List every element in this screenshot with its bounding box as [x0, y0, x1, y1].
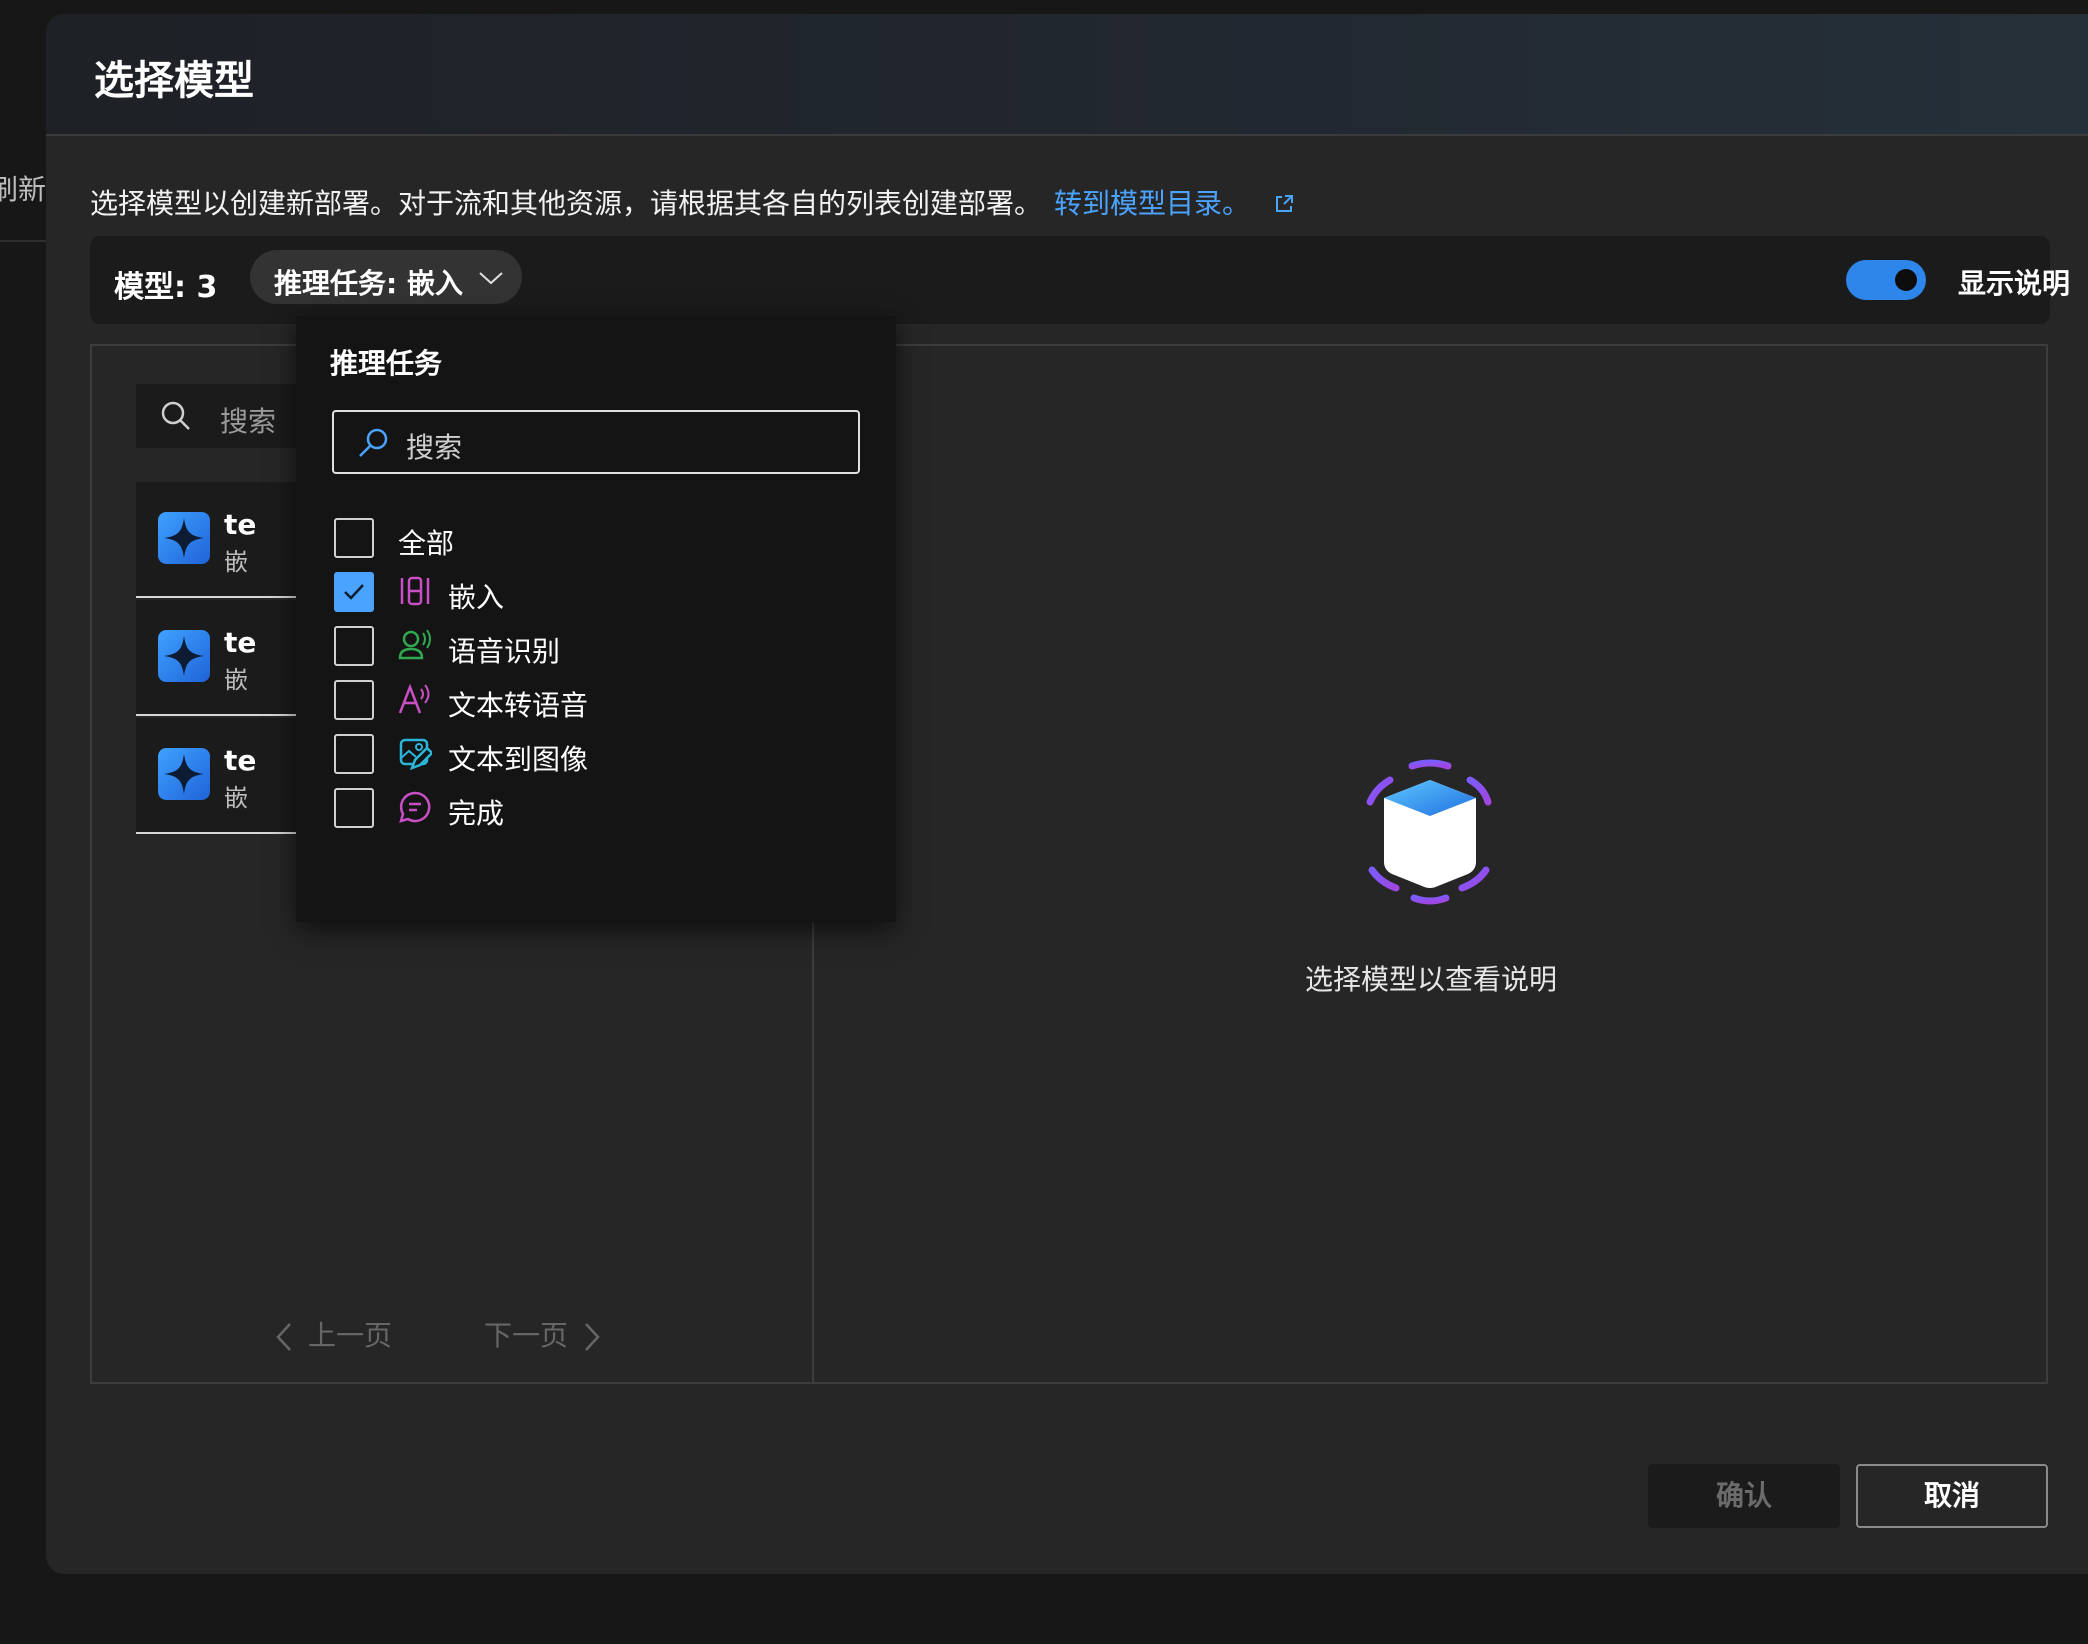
- task-option-label: 完成: [448, 797, 505, 830]
- task-option-label: 文本转语音: [448, 689, 589, 722]
- checkmark-icon: [344, 584, 364, 600]
- toggle-knob: [1895, 269, 1917, 291]
- model-count: 模型: 3: [114, 270, 218, 305]
- model-subtitle: 嵌: [224, 548, 248, 576]
- show-description-label: 显示说明: [1958, 267, 2071, 300]
- image-edit-icon: [399, 738, 432, 770]
- model-search-placeholder: 搜索: [220, 405, 277, 438]
- background-refresh-text: 刷新: [0, 173, 47, 206]
- checkbox-text-to-speech[interactable]: [334, 680, 374, 720]
- model-details-pane: 选择模型以查看说明: [814, 346, 2048, 1382]
- next-page-label: 下一页: [484, 1319, 569, 1352]
- dropdown-title: 推理任务: [330, 347, 443, 380]
- task-option-speech-recognition[interactable]: 语音识别: [334, 624, 854, 668]
- task-option-completion[interactable]: 完成: [334, 786, 854, 830]
- model-cube-icon: [1362, 759, 1496, 905]
- model-name: te: [224, 508, 257, 541]
- inference-task-dropdown: 推理任务 搜索 全部 嵌入 语音识别 文本转语音 文本到图像 完成: [296, 316, 896, 922]
- model-name: te: [224, 626, 257, 659]
- inference-task-filter-button[interactable]: 推理任务: 嵌入: [250, 250, 522, 304]
- chevron-down-icon: [478, 270, 504, 290]
- confirm-button[interactable]: 确认: [1648, 1464, 1840, 1528]
- filter-bar: 模型: 3 推理任务: 嵌入 显示说明: [90, 236, 2070, 324]
- previous-page-label: 上一页: [308, 1319, 393, 1352]
- empty-state-text: 选择模型以查看说明: [1304, 963, 1557, 996]
- model-sparkle-icon: [158, 512, 210, 564]
- task-option-label: 语音识别: [448, 635, 561, 668]
- previous-page-button[interactable]: 上一页: [274, 1314, 392, 1354]
- background-divider: [0, 240, 46, 242]
- inference-task-filter-label: 推理任务: 嵌入: [274, 267, 463, 300]
- task-option-label: 全部: [398, 527, 455, 560]
- task-option-embedding[interactable]: 嵌入: [334, 570, 854, 614]
- search-icon: [160, 400, 192, 436]
- model-subtitle: 嵌: [224, 784, 248, 812]
- dialog-title: 选择模型: [94, 58, 254, 104]
- model-sparkle-icon: [158, 748, 210, 800]
- show-description-toggle[interactable]: [1846, 260, 1926, 300]
- model-sparkle-icon: [158, 630, 210, 682]
- task-search-placeholder: 搜索: [406, 431, 463, 464]
- dialog-header: 选择模型: [46, 14, 2088, 136]
- task-option-all[interactable]: 全部: [334, 516, 854, 560]
- chevron-left-icon: [276, 1323, 291, 1351]
- select-model-dialog: 选择模型 选择模型以创建新部署。对于流和其他资源，请根据其各自的列表创建部署。转…: [46, 14, 2088, 1574]
- description-text: 选择模型以创建新部署。对于流和其他资源，请根据其各自的列表创建部署。: [90, 187, 1043, 220]
- cancel-button[interactable]: 取消: [1856, 1464, 2048, 1528]
- model-subtitle: 嵌: [224, 666, 248, 694]
- external-link-icon[interactable]: [1273, 189, 1295, 222]
- checkbox-embedding[interactable]: [334, 572, 374, 612]
- chevron-right-icon: [585, 1323, 600, 1351]
- task-option-label: 文本到图像: [448, 743, 589, 776]
- checkbox-speech-recognition[interactable]: [334, 626, 374, 666]
- chat-icon: [399, 791, 431, 823]
- checkbox-completion[interactable]: [334, 788, 374, 828]
- search-icon: [356, 426, 390, 464]
- embedding-icon: [400, 576, 430, 606]
- task-search-input[interactable]: 搜索: [332, 410, 860, 474]
- model-catalog-link[interactable]: 转到模型目录。: [1054, 187, 1250, 220]
- checkbox-all[interactable]: [334, 518, 374, 558]
- task-option-label: 嵌入: [448, 581, 505, 614]
- task-option-text-to-speech[interactable]: 文本转语音: [334, 678, 854, 722]
- text-to-speech-icon: [398, 683, 430, 714]
- speech-icon: [398, 629, 431, 660]
- dialog-description: 选择模型以创建新部署。对于流和其他资源，请根据其各自的列表创建部署。 转到模型目录…: [90, 182, 1295, 222]
- next-page-button[interactable]: 下一页: [484, 1314, 602, 1354]
- task-option-text-to-image[interactable]: 文本到图像: [334, 732, 854, 776]
- model-name: te: [224, 744, 257, 777]
- checkbox-text-to-image[interactable]: [334, 734, 374, 774]
